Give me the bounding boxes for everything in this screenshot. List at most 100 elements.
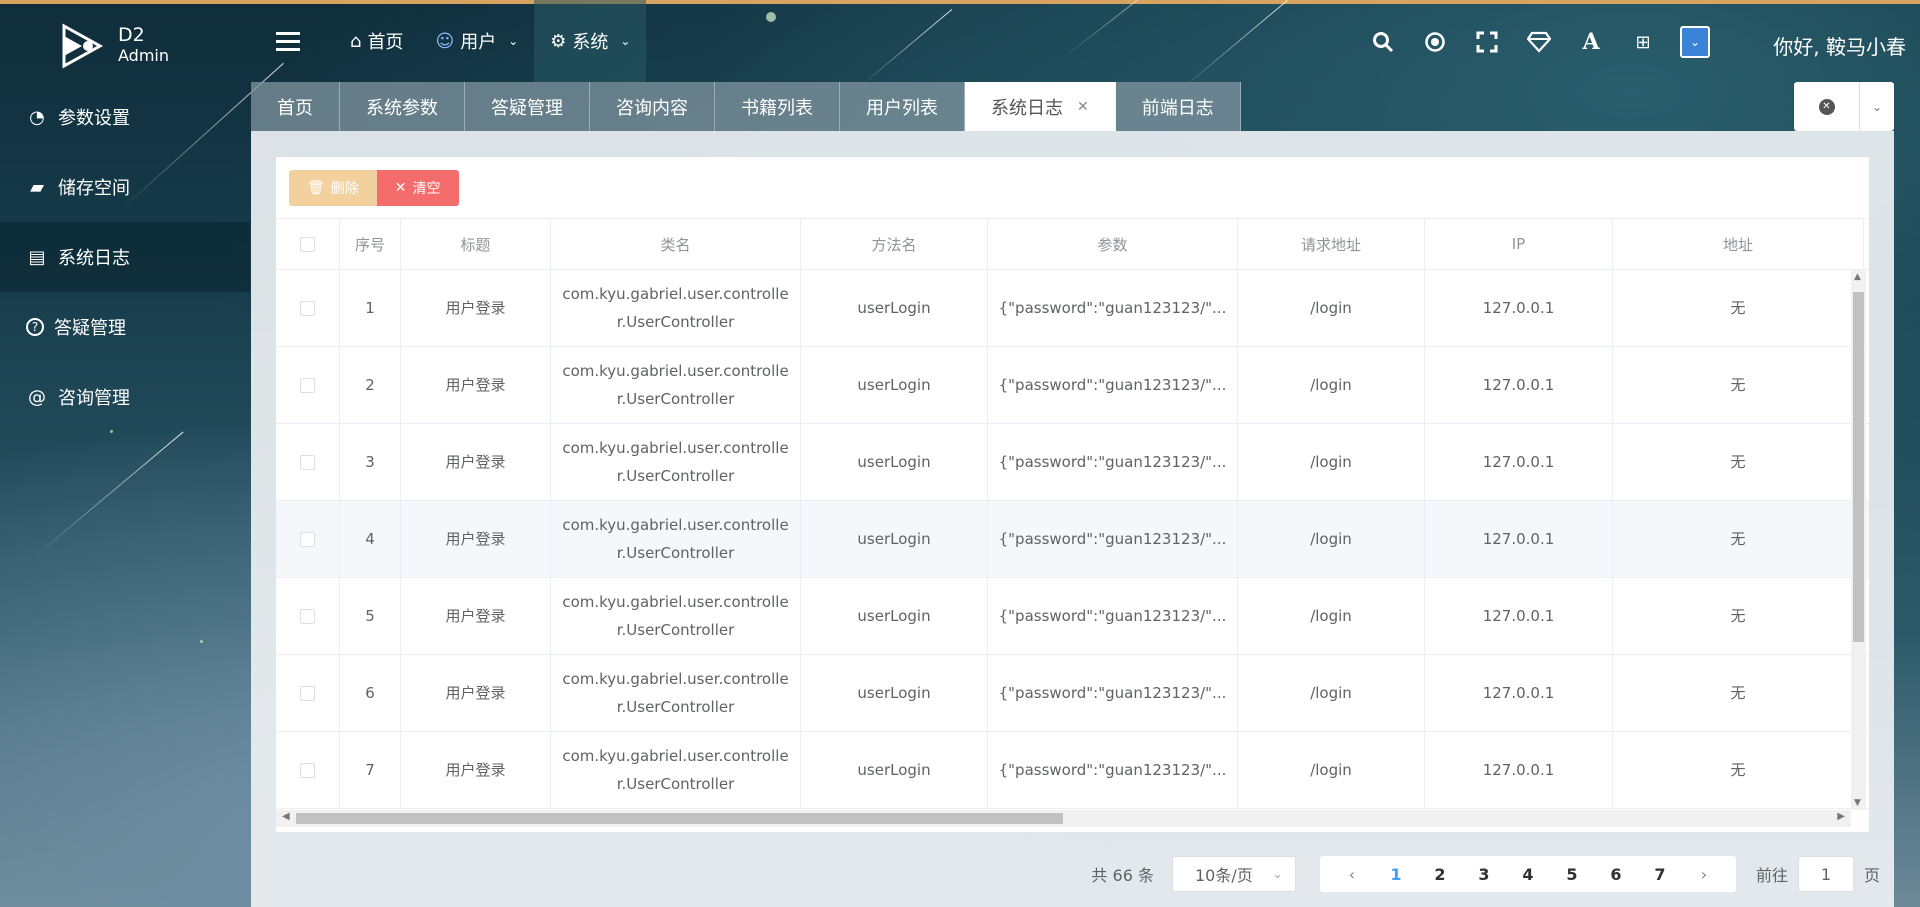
user-greeting[interactable]: 你好, 鞍马小春 <box>1773 31 1906 60</box>
row-number: 2 <box>340 347 401 423</box>
row-checkbox[interactable] <box>300 531 315 547</box>
next-page-button[interactable]: › <box>1682 856 1726 892</box>
page-button[interactable]: 5 <box>1550 856 1594 892</box>
page-button[interactable]: 2 <box>1418 856 1462 892</box>
search-icon[interactable] <box>1368 24 1398 60</box>
table-row[interactable]: 5 用户登录 com.kyu.gabriel.user.controller.Use… <box>276 578 1869 655</box>
brand-logo[interactable]: D2 Admin <box>58 18 178 74</box>
translate-icon[interactable]: ⊞ <box>1628 24 1658 60</box>
sidebar-item-storage[interactable]: ▰ 储存空间 <box>0 152 250 222</box>
row-select-cell <box>276 732 340 808</box>
page-button[interactable]: 3 <box>1462 856 1506 892</box>
column-header: 方法名 <box>801 219 988 269</box>
font-size-icon[interactable]: A <box>1576 24 1606 60</box>
scroll-up-icon[interactable]: ▲ <box>1854 272 1861 282</box>
fullscreen-icon[interactable] <box>1472 24 1502 60</box>
table-row[interactable]: 7 用户登录 com.kyu.gabriel.user.controller.Use… <box>276 732 1869 809</box>
tab-qa-manage[interactable]: 答疑管理 <box>465 82 590 131</box>
table-row[interactable]: 4 用户登录 com.kyu.gabriel.user.controller.Use… <box>276 501 1869 578</box>
top-nav-system[interactable]: ⚙ 系统 ⌄ <box>534 0 647 82</box>
top-nav-home-label: 首页 <box>367 32 404 53</box>
select-all-checkbox[interactable] <box>300 236 315 252</box>
vertical-scrollbar[interactable]: ▲ ▼ <box>1851 270 1866 810</box>
row-method: userLogin <box>801 501 988 577</box>
sidebar-item-consult[interactable]: @ 咨询管理 <box>0 362 250 432</box>
header-tools: A ⊞ ⌄ <box>1368 24 1710 60</box>
pagination: 共 66 条 10条/页 ⌄ ‹ 1234567 › 前往 页 <box>1091 856 1880 892</box>
tab-system-params[interactable]: 系统参数 <box>340 82 465 131</box>
top-nav-home[interactable]: ⌂ 首页 <box>334 0 419 82</box>
horizontal-scrollbar-thumb[interactable] <box>296 813 1063 824</box>
sidebar-item-label: 参数设置 <box>58 108 130 129</box>
diamond-icon[interactable] <box>1524 24 1554 60</box>
row-url: /login <box>1238 655 1425 731</box>
main-content: 🗑 删除 ✕ 清空 序号 标题 类名 方法名 参数 请求地址 IP 地址 1 用户… <box>251 131 1894 907</box>
tab-home[interactable]: 首页 <box>251 82 340 131</box>
sidebar-item-label: 储存空间 <box>58 178 130 199</box>
row-checkbox[interactable] <box>300 377 315 393</box>
chevron-down-icon: ⌄ <box>620 34 631 48</box>
row-checkbox[interactable] <box>300 300 315 316</box>
row-ip: 127.0.0.1 <box>1425 347 1613 423</box>
goto-page-input[interactable] <box>1797 856 1854 892</box>
scroll-right-icon[interactable]: ▶ <box>1837 811 1845 822</box>
row-checkbox[interactable] <box>300 608 315 624</box>
page-button[interactable]: 1 <box>1374 856 1418 892</box>
at-icon: @ <box>28 386 46 408</box>
row-title: 用户登录 <box>401 732 551 808</box>
background-star <box>766 12 776 22</box>
prev-page-button[interactable]: ‹ <box>1330 856 1374 892</box>
row-ip: 127.0.0.1 <box>1425 501 1613 577</box>
tab-system-log[interactable]: 系统日志 ✕ <box>965 82 1116 131</box>
tab-consult-content[interactable]: 咨询内容 <box>590 82 715 131</box>
scroll-down-icon[interactable]: ▼ <box>1854 798 1861 808</box>
scroll-left-icon[interactable]: ◀ <box>282 811 290 822</box>
sidebar-item-system-log[interactable]: ▤ 系统日志 <box>0 222 250 292</box>
table-row[interactable]: 1 用户登录 com.kyu.gabriel.user.controller.Use… <box>276 270 1869 347</box>
row-select-cell <box>276 347 340 423</box>
background-meteor <box>859 8 953 87</box>
theme-toggle-icon[interactable]: ⌄ <box>1680 26 1710 58</box>
clear-button[interactable]: ✕ 清空 <box>376 170 459 206</box>
table-row[interactable]: 3 用户登录 com.kyu.gabriel.user.controller.Use… <box>276 424 1869 501</box>
tab-frontend-log[interactable]: 前端日志 <box>1115 82 1241 131</box>
tab-menu-dropdown[interactable]: ⌄ <box>1859 82 1894 131</box>
row-ip: 127.0.0.1 <box>1425 270 1613 346</box>
column-header: IP <box>1425 219 1613 269</box>
tab-user-list[interactable]: 用户列表 <box>840 82 965 131</box>
row-checkbox[interactable] <box>300 685 315 701</box>
row-checkbox[interactable] <box>300 454 315 470</box>
row-checkbox[interactable] <box>300 762 315 778</box>
table-header: 序号 标题 类名 方法名 参数 请求地址 IP 地址 <box>276 218 1869 270</box>
page-button[interactable]: 6 <box>1594 856 1638 892</box>
close-all-tabs-button[interactable]: ✕ <box>1794 82 1859 131</box>
tab-label: 系统参数 <box>366 97 438 119</box>
page-button[interactable]: 7 <box>1638 856 1682 892</box>
row-ip: 127.0.0.1 <box>1425 732 1613 808</box>
tab-label: 书籍列表 <box>741 97 813 119</box>
row-select-cell <box>276 578 340 654</box>
sidebar-item-params[interactable]: ◔ 参数设置 <box>0 82 250 152</box>
background-meteor <box>1179 0 1288 91</box>
row-title: 用户登录 <box>401 655 551 731</box>
top-nav-user[interactable]: ☺ 用户 ⌄ <box>419 0 534 82</box>
tab-book-list[interactable]: 书籍列表 <box>715 82 840 131</box>
record-icon[interactable] <box>1420 24 1450 60</box>
table-row[interactable]: 6 用户登录 com.kyu.gabriel.user.controller.Use… <box>276 655 1869 732</box>
tab-label: 首页 <box>277 97 313 119</box>
page-size-select[interactable]: 10条/页 ⌄ <box>1171 856 1296 892</box>
menu-toggle-icon[interactable] <box>276 32 300 54</box>
page-numbers: ‹ 1234567 › <box>1319 856 1736 892</box>
delete-button[interactable]: 🗑 删除 <box>289 170 377 206</box>
row-method: userLogin <box>801 655 988 731</box>
close-icon[interactable]: ✕ <box>1077 99 1089 115</box>
sidebar-item-qa[interactable]: ? 答疑管理 <box>0 292 250 362</box>
file-text-icon: ▤ <box>28 246 46 268</box>
vertical-scrollbar-thumb[interactable] <box>1853 292 1864 642</box>
row-method: userLogin <box>801 270 988 346</box>
page-button[interactable]: 4 <box>1506 856 1550 892</box>
select-all-cell <box>276 219 340 269</box>
top-nav: ⌂ 首页 ☺ 用户 ⌄ ⚙ 系统 ⌄ <box>334 0 647 82</box>
horizontal-scrollbar[interactable]: ◀ ▶ <box>276 810 1851 827</box>
table-row[interactable]: 2 用户登录 com.kyu.gabriel.user.controller.Use… <box>276 347 1869 424</box>
